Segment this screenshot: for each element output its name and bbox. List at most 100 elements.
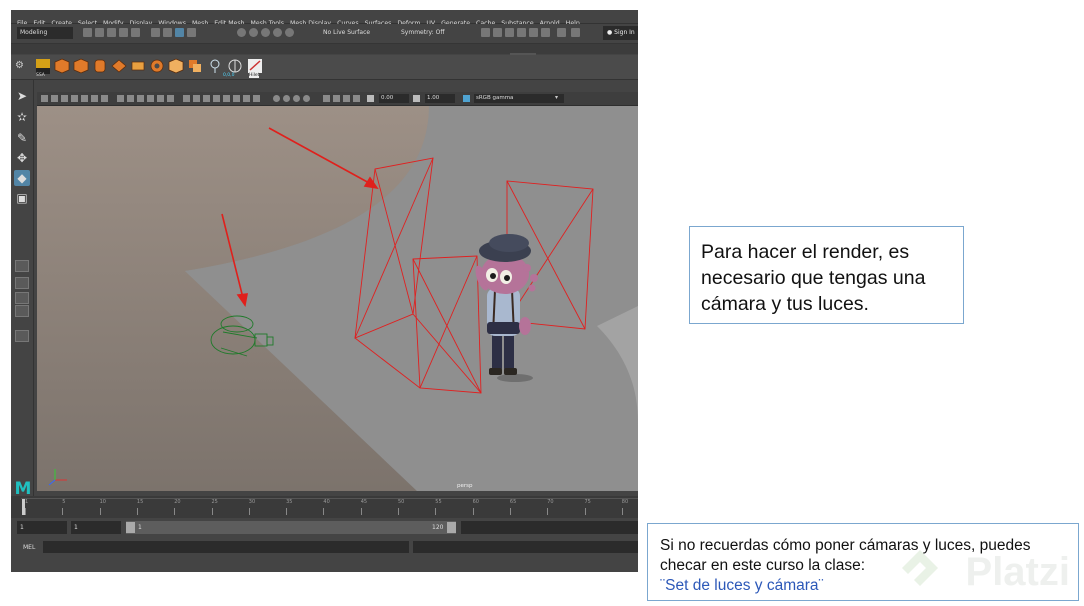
isolate-select-icon[interactable] (183, 95, 190, 102)
current-frame-field[interactable]: 1 (71, 521, 121, 534)
timeline-tick-label: 40 (323, 499, 330, 505)
grid-toggle-icon[interactable] (71, 95, 78, 102)
move-tool-icon[interactable]: ✥ (14, 150, 30, 166)
cube-orange-icon-2[interactable] (73, 58, 89, 74)
playblast-icon[interactable] (343, 95, 350, 102)
snap-grid-icon[interactable] (237, 28, 246, 37)
chevron-down-icon[interactable]: ▾ (555, 94, 558, 101)
select-tool-icon[interactable]: ➤ (14, 88, 30, 104)
resolution-gate-icon[interactable] (91, 95, 98, 102)
snap-surface-icon[interactable] (285, 28, 294, 37)
view-transform-select[interactable]: sRGB gamma (474, 94, 564, 103)
snap-point-icon[interactable] (261, 28, 270, 37)
ipr-render-icon[interactable] (493, 28, 502, 37)
cube-orange-icon[interactable] (54, 58, 70, 74)
render-settings-icon[interactable] (505, 28, 514, 37)
cylinder-orange-icon[interactable] (92, 58, 108, 74)
anim-end-field[interactable] (461, 521, 638, 534)
anti-alias-icon[interactable] (243, 95, 250, 102)
combine-orange-icon[interactable] (187, 58, 203, 74)
textured-icon[interactable] (147, 95, 154, 102)
light-editor-icon[interactable] (541, 28, 550, 37)
gate-mask-icon[interactable] (101, 95, 108, 102)
shelf-menu-icon[interactable]: ⚙ (15, 58, 31, 74)
range-end-handle[interactable] (447, 522, 456, 533)
exposure-icon[interactable] (367, 95, 374, 102)
sphere-orange-icon[interactable] (168, 58, 184, 74)
lasso-tool-icon[interactable]: ✫ (14, 109, 30, 125)
xray-components-icon[interactable] (213, 95, 220, 102)
time-slider-track[interactable]: 1 5 10 15 20 25 30 35 40 45 50 55 60 65 70 75 80 (21, 498, 638, 515)
select-hierarchy-icon[interactable] (151, 28, 160, 37)
lights-toggle-icon[interactable] (273, 95, 280, 102)
paint-select-icon[interactable]: ✎ (14, 130, 30, 146)
ambient-occlusion-icon[interactable] (223, 95, 230, 102)
time-slider[interactable]: 1 5 10 15 20 25 30 35 40 45 50 55 60 65 70 75 80 (11, 496, 638, 518)
symmetry-field[interactable]: Symmetry: Off (401, 28, 444, 38)
persp-outliner-layout-icon[interactable] (15, 305, 29, 317)
timeline-tick-mark (435, 508, 437, 515)
smooth-shade-icon[interactable] (127, 95, 134, 102)
menu-set-selector[interactable]: Modeling (17, 27, 73, 39)
four-view-layout-icon[interactable] (15, 277, 29, 289)
gamma-field[interactable]: 1.00 (425, 94, 455, 103)
render-view-icon[interactable] (529, 28, 538, 37)
ssa-icon[interactable] (35, 58, 51, 74)
exposure-field[interactable]: 0.00 (379, 94, 409, 103)
arnold-render-icon[interactable] (557, 28, 566, 37)
save-scene-icon[interactable] (107, 28, 116, 37)
single-view-layout-icon[interactable] (15, 260, 29, 272)
axis-icon[interactable] (227, 58, 243, 74)
camera-attr-icon[interactable] (41, 95, 48, 102)
last-tool-icon[interactable]: ▣ (14, 190, 30, 206)
camera-bookmark-icon[interactable] (51, 95, 58, 102)
range-start-handle[interactable] (126, 522, 135, 533)
color-management-icon[interactable] (463, 95, 470, 102)
render-frame-icon[interactable] (481, 28, 490, 37)
course-class-link[interactable]: ¨Set de luces y cámara¨ (660, 577, 824, 594)
backface-icon[interactable] (333, 95, 340, 102)
film-gate-icon[interactable] (81, 95, 88, 102)
snap-view-icon[interactable] (273, 28, 282, 37)
select-object-icon[interactable] (163, 28, 172, 37)
hilet-icon[interactable] (247, 58, 263, 74)
scale-tool-icon[interactable]: ◆ (14, 170, 30, 186)
depth-of-field-icon[interactable] (253, 95, 260, 102)
mel-input[interactable] (43, 541, 409, 553)
pivot-icon[interactable] (207, 58, 223, 74)
undo-icon[interactable] (119, 28, 128, 37)
sign-in-button[interactable]: ● Sign In (603, 26, 638, 40)
redo-icon[interactable] (131, 28, 140, 37)
open-scene-icon[interactable] (95, 28, 104, 37)
range-bar[interactable]: 1 120 (126, 521, 456, 534)
two-sided-icon[interactable] (323, 95, 330, 102)
live-surface-field[interactable]: No Live Surface (323, 28, 370, 38)
range-start-field[interactable]: 1 (17, 521, 67, 534)
image-plane-icon[interactable] (61, 95, 68, 102)
xray-joints-icon[interactable] (203, 95, 210, 102)
select-component-icon[interactable] (175, 28, 184, 37)
gamma-icon[interactable] (413, 95, 420, 102)
new-scene-icon[interactable] (83, 28, 92, 37)
hud-toggle-icon[interactable] (283, 95, 290, 102)
field-chart-icon[interactable] (293, 95, 300, 102)
wire-on-shaded-icon[interactable] (137, 95, 144, 102)
xray-icon[interactable] (193, 95, 200, 102)
outliner-layout-icon[interactable] (15, 330, 29, 342)
safe-action-icon[interactable] (303, 95, 310, 102)
snap-curve-icon[interactable] (249, 28, 258, 37)
grid-orange-icon[interactable] (130, 58, 146, 74)
plane-orange-icon[interactable] (111, 58, 127, 74)
camera-lock-icon[interactable] (353, 95, 360, 102)
sign-in-label: Sign In (614, 29, 635, 36)
side-by-side-layout-icon[interactable] (15, 292, 29, 304)
hypershade-icon[interactable] (517, 28, 526, 37)
shadows-icon[interactable] (167, 95, 174, 102)
motion-blur-icon[interactable] (233, 95, 240, 102)
viewport-persp[interactable]: persp (37, 106, 638, 491)
torus-orange-icon[interactable] (149, 58, 165, 74)
wireframe-icon[interactable] (117, 95, 124, 102)
use-all-lights-icon[interactable] (157, 95, 164, 102)
pause-icon[interactable] (571, 28, 580, 37)
select-mode-icon[interactable] (187, 28, 196, 37)
